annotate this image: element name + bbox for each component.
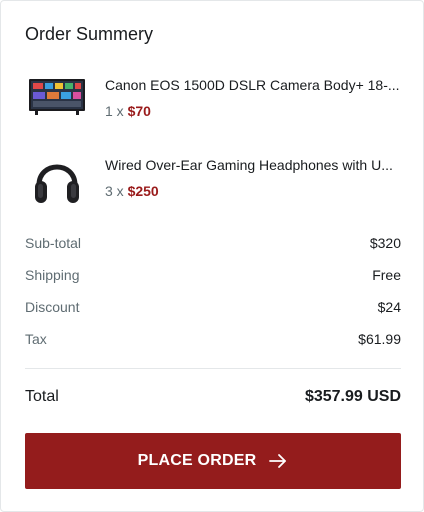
item-quantity-price: 3 x $250 (105, 181, 159, 201)
headphones-thumbnail (35, 164, 79, 203)
item-quantity: 3 x (105, 183, 124, 199)
discount-value: $24 (377, 299, 401, 315)
subtotal-row: Sub-total $320 (25, 233, 401, 253)
discount-row: Discount $24 (25, 297, 401, 317)
item-name[interactable]: Wired Over-Ear Gaming Headphones with U.… (105, 155, 401, 175)
tax-value: $61.99 (358, 331, 401, 347)
place-order-label: PLACE ORDER (137, 452, 257, 469)
arrow-right-icon (269, 454, 287, 468)
shipping-label: Shipping (25, 267, 80, 283)
tax-row: Tax $61.99 (25, 329, 401, 349)
item-price: $250 (127, 183, 159, 199)
item-price: $70 (127, 103, 151, 119)
discount-label: Discount (25, 299, 80, 315)
order-summary-title: Order Summery (25, 24, 154, 44)
shipping-value: Free (372, 267, 401, 283)
tv-thumbnail (29, 79, 85, 115)
place-order-button[interactable]: PLACE ORDER (25, 433, 401, 489)
tax-label: Tax (25, 331, 47, 347)
order-summary-card: Order Summery Canon EOS 1500D DSLR Camer… (0, 0, 424, 512)
item-quantity-price: 1 x $70 (105, 101, 151, 121)
total-value: $357.99 USD (304, 388, 401, 405)
total-row: Total $357.99 USD (25, 386, 401, 408)
divider (25, 368, 401, 369)
subtotal-label: Sub-total (25, 235, 82, 251)
subtotal-value: $320 (369, 235, 401, 251)
shipping-row: Shipping Free (25, 265, 401, 285)
item-name[interactable]: Canon EOS 1500D DSLR Camera Body+ 18-... (105, 75, 401, 95)
item-quantity: 1 x (105, 103, 124, 119)
order-item[interactable]: Canon EOS 1500D DSLR Camera Body+ 18-...… (25, 71, 401, 127)
total-label: Total (25, 388, 59, 405)
order-item[interactable]: Wired Over-Ear Gaming Headphones with U.… (25, 151, 401, 207)
